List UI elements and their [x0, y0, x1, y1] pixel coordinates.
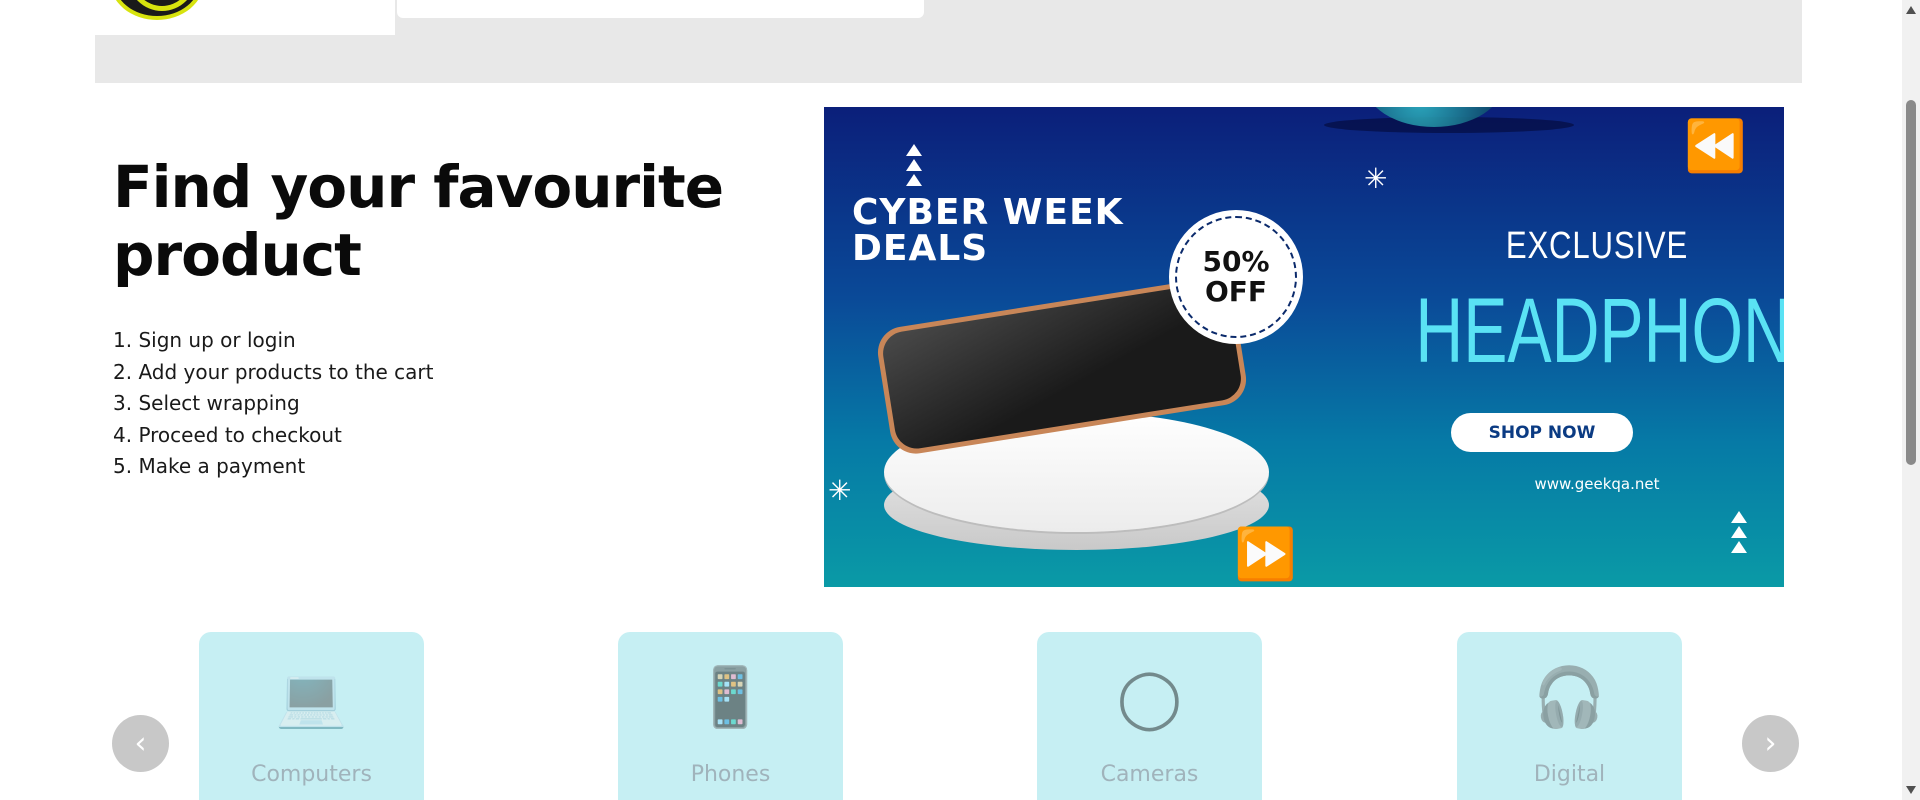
search-input[interactable] [397, 0, 924, 18]
shop-now-button[interactable]: SHOP NOW [1451, 413, 1633, 452]
vertical-scrollbar[interactable] [1902, 0, 1920, 800]
smiley-logo-icon[interactable] [110, 0, 204, 20]
scroll-thumb[interactable] [1906, 100, 1916, 465]
step-item: 5. Make a payment [113, 454, 306, 478]
category-label: Computers [251, 762, 372, 787]
double-chevron-left-icon: ⏪ [1684, 117, 1747, 175]
header-bar [95, 0, 1802, 83]
carousel-prev-button[interactable]: ‹ [112, 715, 169, 772]
logo-area[interactable] [95, 0, 395, 35]
camera-icon: ◯ [1117, 663, 1182, 731]
step-item: 2. Add your products to the cart [113, 359, 434, 384]
step-item: 1. Sign up or login [113, 328, 296, 352]
laptop-icon: 💻 [275, 663, 348, 731]
category-label: Cameras [1100, 762, 1199, 787]
category-card-cameras[interactable]: ◯ Cameras [1037, 632, 1262, 800]
scroll-down-arrow-icon[interactable] [1906, 786, 1916, 794]
phone-icon: 📱 [694, 663, 767, 731]
double-chevron-right-icon: ⏩ [1234, 525, 1297, 583]
triangles-icon [906, 144, 922, 186]
hero-title: Find your favourite product [113, 153, 724, 289]
step-item: 4. Proceed to checkout [113, 422, 342, 447]
discount-text: 50% OFF [1202, 245, 1270, 308]
promo-banner[interactable]: CYBER WEEK DEALS ✳ ✳ 50% OFF ⏪ ⏩ EXCLUSI… [824, 107, 1784, 587]
sparkle-icon: ✳ [828, 474, 852, 507]
headphones-icon: 🎧 [1533, 663, 1606, 731]
banner-headline: CYBER WEEK DEALS [852, 192, 1124, 269]
category-label: Phones [690, 762, 771, 787]
step-item: 3. Select wrapping [113, 391, 300, 415]
triangles-icon [1731, 511, 1747, 553]
carousel-next-button[interactable]: › [1742, 715, 1799, 772]
category-card-computers[interactable]: 💻 Computers [199, 632, 424, 800]
category-card-digital[interactable]: 🎧 Digital [1457, 632, 1682, 800]
category-card-phones[interactable]: 📱 Phones [618, 632, 843, 800]
banner-exclusive: EXCLUSIVE [1505, 225, 1689, 267]
steps-list: 1. Sign up or login 2. Add your products… [113, 325, 433, 483]
category-label: Digital [1533, 762, 1606, 787]
sparkle-icon: ✳ [1364, 162, 1388, 195]
banner-site-url: www.geekqa.net [1534, 475, 1660, 493]
banner-product: HEADPHONE [1415, 280, 1784, 382]
discount-badge: 50% OFF [1169, 210, 1303, 344]
scroll-up-arrow-icon[interactable] [1906, 6, 1916, 14]
